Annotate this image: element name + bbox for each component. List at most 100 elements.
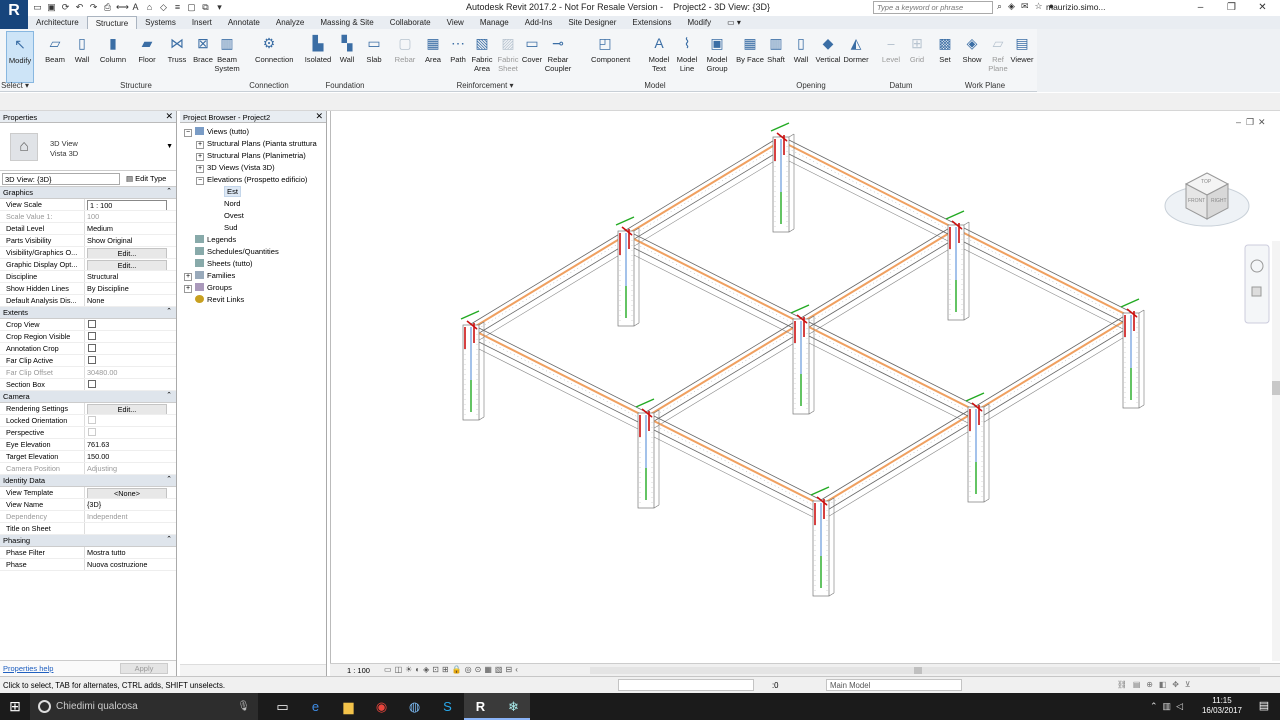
select-by-face-icon[interactable]: ◧: [1159, 680, 1166, 689]
beam-edge[interactable]: [470, 337, 647, 427]
tab-5[interactable]: Analyze: [268, 16, 312, 29]
close-icon[interactable]: ✕: [315, 111, 323, 122]
help-search-input[interactable]: Type a keyword or phrase: [873, 1, 993, 14]
beam-edge[interactable]: [780, 135, 957, 225]
beam-edge[interactable]: [975, 332, 1132, 428]
scroll-left-icon[interactable]: ‹: [515, 665, 518, 674]
node-rebar[interactable]: [460, 310, 480, 320]
beam-system-button[interactable]: ▥ Beam System: [213, 31, 241, 83]
property-section[interactable]: Extents ⌃: [0, 307, 176, 319]
tab-6[interactable]: Massing & Site: [312, 16, 381, 29]
render-icon[interactable]: ◈: [423, 665, 429, 674]
node-rebar[interactable]: [770, 122, 790, 132]
grid-button[interactable]: ⊞ Grid: [903, 31, 931, 83]
truss-button[interactable]: ⋈ Truss: [163, 31, 191, 83]
area-button[interactable]: ▦ Area: [419, 31, 447, 83]
floor-button[interactable]: ▰ Floor: [133, 31, 161, 83]
tree-node[interactable]: +3D Views (Vista 3D): [184, 162, 317, 174]
collapse-icon[interactable]: −: [196, 177, 204, 185]
beam-edge[interactable]: [645, 317, 802, 413]
skype-icon[interactable]: S: [431, 693, 464, 720]
beam-rebar[interactable]: [820, 410, 977, 506]
beam-edge[interactable]: [800, 237, 957, 333]
view-instance-dropdown[interactable]: 3D View: {3D}: [2, 173, 120, 185]
beam-edge[interactable]: [625, 243, 802, 333]
horizontal-scrollbar[interactable]: [590, 667, 1260, 674]
edit-button[interactable]: <None>: [87, 488, 167, 498]
connection-button[interactable]: ⚙ Connection: [255, 31, 293, 83]
value-text[interactable]: Nuova costruzione: [87, 560, 176, 569]
snowflake-app-icon[interactable]: ❄: [497, 693, 530, 720]
column-edge[interactable]: [963, 316, 970, 321]
beam-edge[interactable]: [800, 223, 957, 319]
beam-rebar[interactable]: [975, 316, 1132, 412]
beam-rebar[interactable]: [470, 234, 627, 330]
beam-edge[interactable]: [625, 229, 802, 319]
network-icon[interactable]: ▥: [1163, 693, 1172, 720]
viewcube-right-label[interactable]: RIGHT: [1211, 198, 1227, 204]
beam-edge[interactable]: [625, 149, 782, 245]
beam-edge[interactable]: [470, 344, 647, 434]
tree-node[interactable]: Legends: [184, 234, 317, 246]
beam-hatch[interactable]: [625, 144, 782, 240]
viewcube-top-label[interactable]: TOP: [1201, 179, 1212, 185]
wall-button[interactable]: ▚ Wall: [333, 31, 361, 83]
minimize-icon[interactable]: –: [1185, 0, 1216, 16]
filter-icon[interactable]: ⊻: [1185, 680, 1191, 689]
beam-edge[interactable]: [470, 323, 647, 413]
dormer-button[interactable]: ◭ Dormer: [842, 31, 870, 83]
select-pinned-icon[interactable]: ⊕: [1146, 680, 1153, 689]
beam-edge[interactable]: [975, 311, 1132, 407]
shadows-icon[interactable]: ◐: [415, 665, 420, 674]
show-button[interactable]: ◈ Show: [958, 31, 986, 83]
crop-icon[interactable]: ⊡: [432, 665, 439, 674]
select-underlay-icon[interactable]: ▤: [1133, 680, 1140, 689]
property-section[interactable]: Graphics ⌃: [0, 187, 176, 199]
beam-rebar[interactable]: [800, 322, 977, 412]
beam-rebar[interactable]: [625, 140, 782, 236]
detail-level-icon[interactable]: ▭: [384, 665, 392, 674]
checkbox[interactable]: [88, 344, 96, 352]
rebar-button[interactable]: ▢ Rebar: [391, 31, 419, 83]
beam-edge[interactable]: [645, 338, 802, 434]
model-group-button[interactable]: ▣ Model Group: [703, 31, 731, 83]
value-text[interactable]: None: [87, 296, 176, 305]
slab-button[interactable]: ▭ Slab: [360, 31, 388, 83]
revit-logo-icon[interactable]: R: [0, 0, 28, 32]
beam-edge[interactable]: [780, 149, 957, 239]
collapse-icon[interactable]: −: [184, 129, 192, 137]
checkbox[interactable]: [88, 320, 96, 328]
checkbox[interactable]: [88, 332, 96, 340]
crop-region-icon[interactable]: ⊞: [442, 665, 449, 674]
search-icon[interactable]: ⌕: [997, 1, 1002, 12]
analytical-model-icon[interactable]: ▦: [484, 665, 492, 674]
volume-icon[interactable]: ◁: [1176, 693, 1183, 720]
task-view-icon[interactable]: ▭: [266, 693, 299, 720]
sync-icon[interactable]: ⟳: [60, 1, 71, 13]
redo-icon[interactable]: ↷: [88, 1, 99, 13]
viewcube-front-label[interactable]: FRONT: [1188, 198, 1205, 204]
node-rebar[interactable]: [790, 304, 810, 314]
minimize-icon[interactable]: –: [1236, 117, 1241, 127]
column-edge[interactable]: [653, 504, 660, 509]
tree-node[interactable]: Ovest: [184, 210, 317, 222]
beam-hatch[interactable]: [645, 420, 822, 510]
set-button[interactable]: ▩ Set: [931, 31, 959, 83]
open-icon[interactable]: ▭: [32, 1, 43, 13]
expand-icon[interactable]: +: [196, 165, 204, 173]
zoom-icon[interactable]: [1251, 286, 1262, 297]
tab-8[interactable]: View: [439, 16, 472, 29]
restore-icon[interactable]: ❐: [1246, 117, 1254, 127]
tree-node[interactable]: Sud: [184, 222, 317, 234]
sun-path-icon[interactable]: ☀: [405, 665, 412, 674]
viewcube[interactable]: TOP FRONT RIGHT: [1164, 172, 1250, 227]
column-edge[interactable]: [478, 416, 485, 421]
beam-edge[interactable]: [955, 223, 1132, 313]
beam-edge[interactable]: [800, 317, 977, 407]
edit-type-button[interactable]: ▤ Edit Type: [126, 174, 166, 183]
apply-button[interactable]: Apply: [120, 663, 168, 674]
beam-hatch[interactable]: [800, 326, 977, 416]
level-button[interactable]: ⎯ Level: [877, 31, 905, 83]
edge-icon[interactable]: e: [299, 693, 332, 720]
beam-edge[interactable]: [470, 250, 627, 346]
